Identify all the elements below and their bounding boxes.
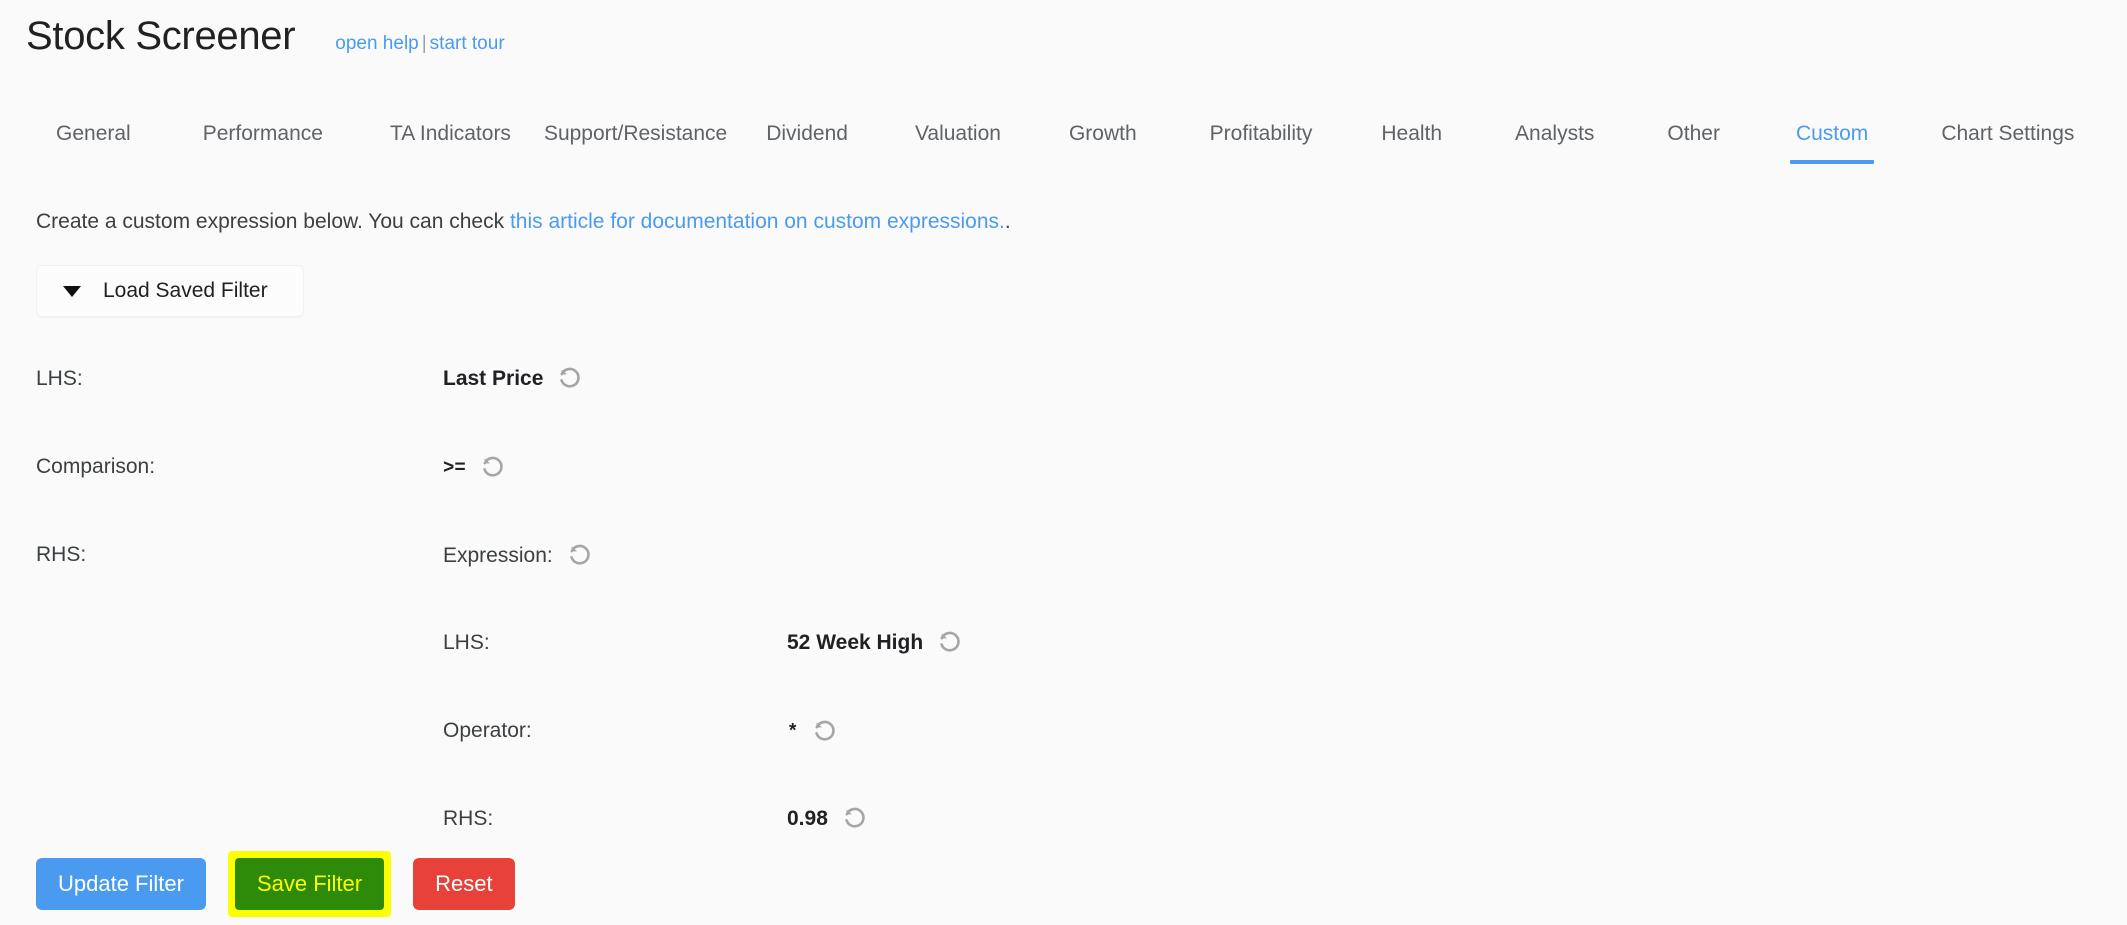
- tab-valuation[interactable]: Valuation: [915, 122, 1001, 164]
- lhs-value: Last Price: [443, 367, 544, 390]
- form-row-lhs: LHS: Last Price: [0, 345, 2127, 433]
- description-prefix: Create a custom expression below. You ca…: [36, 210, 510, 233]
- reset-icon[interactable]: [842, 806, 868, 832]
- form-row-rhs: RHS: Expression:: [0, 521, 2127, 609]
- tab-ta-indicators[interactable]: TA Indicators: [390, 122, 511, 164]
- tab-other[interactable]: Other: [1667, 122, 1720, 164]
- reset-icon[interactable]: [937, 630, 963, 656]
- nested-rhs-label: RHS:: [443, 807, 494, 830]
- chevron-down-icon: [63, 285, 81, 297]
- tab-chart-settings[interactable]: Chart Settings: [1941, 122, 2074, 164]
- nested-operator-value-group: *: [787, 719, 838, 745]
- reset-icon[interactable]: [812, 719, 838, 745]
- description-suffix: .: [1004, 210, 1011, 233]
- tab-performance[interactable]: Performance: [203, 122, 323, 164]
- tab-support-resistance[interactable]: Support/Resistance: [544, 122, 727, 164]
- custom-expression-form: LHS: Last Price Comparison: >= RHS: Expr…: [0, 345, 2127, 873]
- comparison-value-group: >=: [443, 455, 506, 481]
- reset-icon[interactable]: [557, 366, 583, 392]
- nested-operator-label: Operator:: [443, 719, 532, 742]
- reset-icon[interactable]: [480, 455, 506, 481]
- form-row-nested-lhs: LHS: 52 Week High: [0, 609, 2127, 697]
- tab-analysts[interactable]: Analysts: [1515, 122, 1594, 164]
- open-help-link[interactable]: open help: [335, 33, 418, 54]
- form-row-nested-operator: Operator: *: [0, 697, 2127, 785]
- page-header: Stock Screener open help | start tour: [26, 14, 505, 59]
- form-row-comparison: Comparison: >=: [0, 433, 2127, 521]
- reset-button[interactable]: Reset: [413, 858, 515, 910]
- nested-lhs-value-group: 52 Week High: [787, 630, 963, 656]
- nested-lhs-label: LHS:: [443, 631, 490, 654]
- update-filter-button[interactable]: Update Filter: [36, 858, 206, 910]
- reset-icon[interactable]: [567, 543, 593, 569]
- nested-rhs-value: 0.98: [787, 807, 828, 830]
- header-links: open help | start tour: [335, 33, 504, 55]
- lhs-value-group: Last Price: [443, 366, 583, 392]
- tab-custom[interactable]: Custom: [1789, 122, 1875, 164]
- tab-growth[interactable]: Growth: [1069, 122, 1137, 164]
- nested-rhs-value-group: 0.98: [787, 806, 868, 832]
- comparison-label: Comparison:: [36, 455, 156, 478]
- nested-operator-value: *: [787, 721, 799, 743]
- nested-lhs-value: 52 Week High: [787, 631, 924, 654]
- save-filter-button[interactable]: Save Filter: [234, 858, 385, 910]
- expression-group: Expression:: [443, 543, 593, 569]
- lhs-label: LHS:: [36, 367, 83, 390]
- tab-bar-items: General Performance TA Indicators Suppor…: [36, 122, 2116, 178]
- comparison-value: >=: [443, 457, 466, 479]
- expression-label: Expression:: [443, 544, 553, 567]
- tab-dividend[interactable]: Dividend: [766, 122, 848, 164]
- load-saved-filter-label: Load Saved Filter: [103, 279, 268, 302]
- action-buttons: Update Filter Save Filter Reset: [36, 851, 515, 917]
- start-tour-link[interactable]: start tour: [430, 33, 505, 54]
- page-title: Stock Screener: [26, 14, 296, 58]
- load-saved-filter-button[interactable]: Load Saved Filter: [36, 265, 304, 317]
- documentation-link[interactable]: this article for documentation on custom…: [510, 210, 1005, 233]
- save-filter-highlight: Save Filter: [227, 851, 392, 917]
- rhs-label: RHS:: [36, 543, 87, 566]
- link-separator: |: [421, 33, 427, 54]
- tab-general[interactable]: General: [56, 122, 131, 164]
- description-text: Create a custom expression below. You ca…: [36, 210, 1011, 234]
- stock-screener-page: Stock Screener open help | start tour Gene…: [0, 0, 2127, 925]
- tab-health[interactable]: Health: [1381, 122, 1442, 164]
- tab-profitability[interactable]: Profitability: [1210, 122, 1313, 164]
